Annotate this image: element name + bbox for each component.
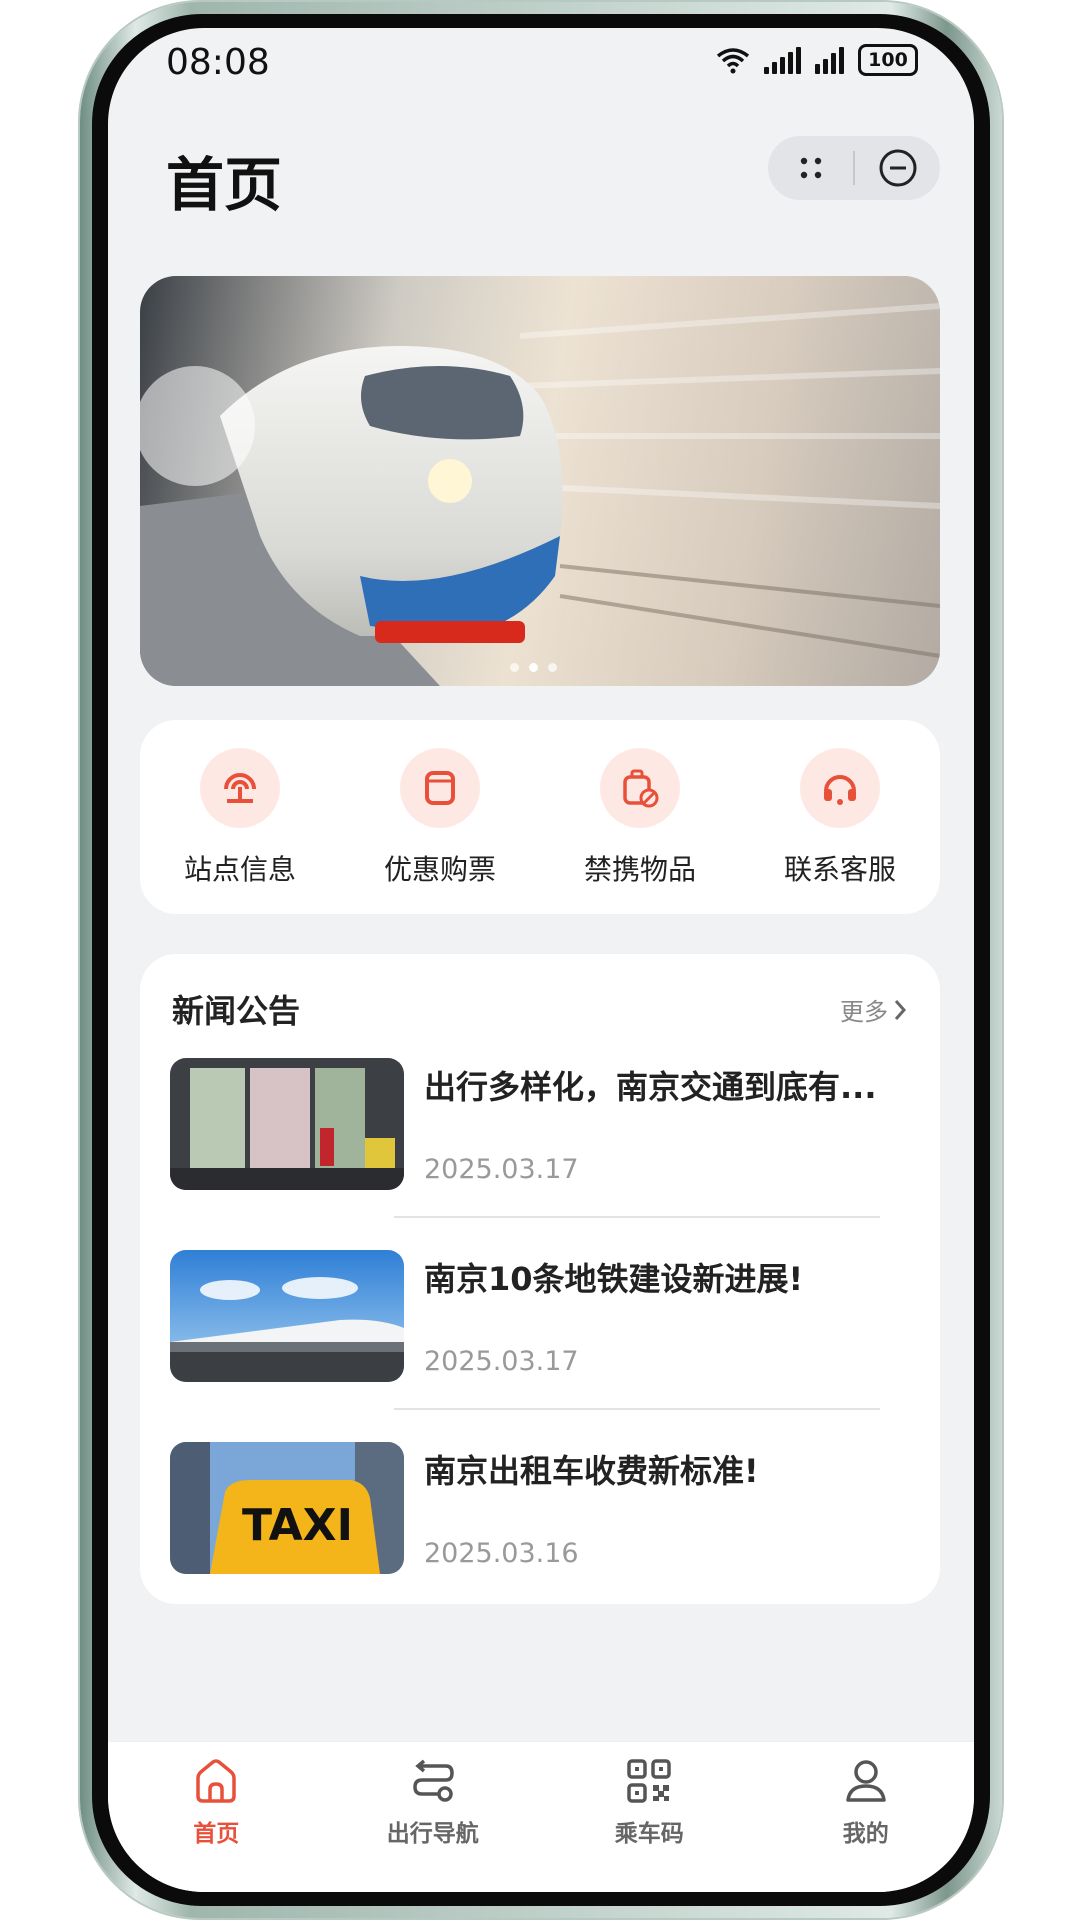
maglev-train-thumbnail	[170, 1250, 404, 1382]
station-icon	[200, 748, 280, 828]
tab-home[interactable]: 首页	[108, 1742, 325, 1892]
carousel-dot[interactable]	[548, 663, 557, 672]
tab-label: 乘车码	[614, 1821, 684, 1847]
chevron-right-icon	[894, 999, 907, 1020]
signal-icon	[764, 46, 801, 74]
news-section: 新闻公告 更多 出行多样化，南京交通到底有... 2025.03.17 南京10…	[140, 954, 940, 1604]
tab-label: 我的	[842, 1821, 889, 1847]
news-date: 2025.03.16	[424, 1538, 579, 1569]
user-icon	[846, 1760, 886, 1802]
more-label: 更多	[840, 998, 888, 1026]
more-news-link[interactable]: 更多	[840, 992, 908, 1027]
bottom-tab-bar: 首页 出行导航 乘车码 我的	[108, 1741, 974, 1892]
high-speed-train-image	[140, 276, 940, 686]
news-item[interactable]: TAXI 南京出租车收费新标准! 2025.03.16	[170, 1442, 910, 1574]
quick-item-station-info[interactable]: 站点信息	[140, 720, 340, 914]
app-screen: 08:08 100 首页 站点信息 优惠购票 禁携物品 联系客服 新闻公告 更多…	[108, 28, 974, 1892]
news-date: 2025.03.17	[424, 1346, 579, 1377]
carousel-dot[interactable]	[510, 663, 519, 672]
quick-menu: 站点信息 优惠购票 禁携物品 联系客服	[140, 720, 940, 914]
news-headline: 南京出租车收费新标准!	[424, 1452, 759, 1490]
taxi-sign-thumbnail: TAXI	[170, 1442, 404, 1574]
news-item[interactable]: 出行多样化，南京交通到底有... 2025.03.17	[170, 1058, 910, 1190]
news-headline: 南京10条地铁建设新进展!	[424, 1260, 804, 1298]
page-title: 首页	[166, 151, 283, 219]
headset-icon	[800, 748, 880, 828]
battery-icon: 100	[858, 44, 918, 76]
ticket-icon	[400, 748, 480, 828]
status-time: 08:08	[166, 42, 270, 83]
quick-label: 优惠购票	[383, 853, 496, 886]
news-divider	[394, 1408, 880, 1410]
banner-carousel[interactable]	[140, 276, 940, 686]
news-date: 2025.03.17	[424, 1154, 579, 1185]
news-divider	[394, 1216, 880, 1218]
quick-label: 站点信息	[183, 853, 296, 886]
home-icon	[196, 1759, 236, 1803]
wifi-icon	[716, 48, 750, 74]
qrcode-icon	[627, 1759, 671, 1803]
dots-grid-icon	[800, 157, 821, 179]
tab-ride-code[interactable]: 乘车码	[541, 1742, 758, 1892]
route-icon	[412, 1759, 454, 1802]
taxi-text: TAXI	[242, 1500, 353, 1551]
minus-circle-icon	[879, 149, 916, 187]
tab-profile[interactable]: 我的	[758, 1742, 975, 1892]
news-item[interactable]: 南京10条地铁建设新进展! 2025.03.17	[170, 1250, 910, 1382]
quick-item-discount-ticket[interactable]: 优惠购票	[340, 720, 540, 914]
carousel-dot-active[interactable]	[529, 663, 538, 672]
tab-label: 首页	[193, 1821, 240, 1847]
news-section-title: 新闻公告	[172, 992, 301, 1030]
prohibited-luggage-icon	[600, 748, 680, 828]
bus-interior-thumbnail	[170, 1058, 404, 1190]
carousel-indicator	[510, 663, 557, 672]
signal-icon-2	[815, 46, 844, 74]
quick-item-prohibited-items[interactable]: 禁携物品	[540, 720, 740, 914]
quick-label: 联系客服	[783, 853, 896, 886]
tab-label: 出行导航	[386, 1821, 479, 1847]
quick-label: 禁携物品	[583, 853, 696, 886]
quick-item-customer-service[interactable]: 联系客服	[740, 720, 940, 914]
news-headline: 出行多样化，南京交通到底有...	[424, 1068, 877, 1106]
minimize-button[interactable]	[855, 136, 940, 200]
more-options-button[interactable]	[768, 136, 853, 200]
status-icons: 100	[716, 44, 918, 76]
miniapp-capsule	[768, 136, 940, 200]
tab-navigation[interactable]: 出行导航	[325, 1742, 542, 1892]
